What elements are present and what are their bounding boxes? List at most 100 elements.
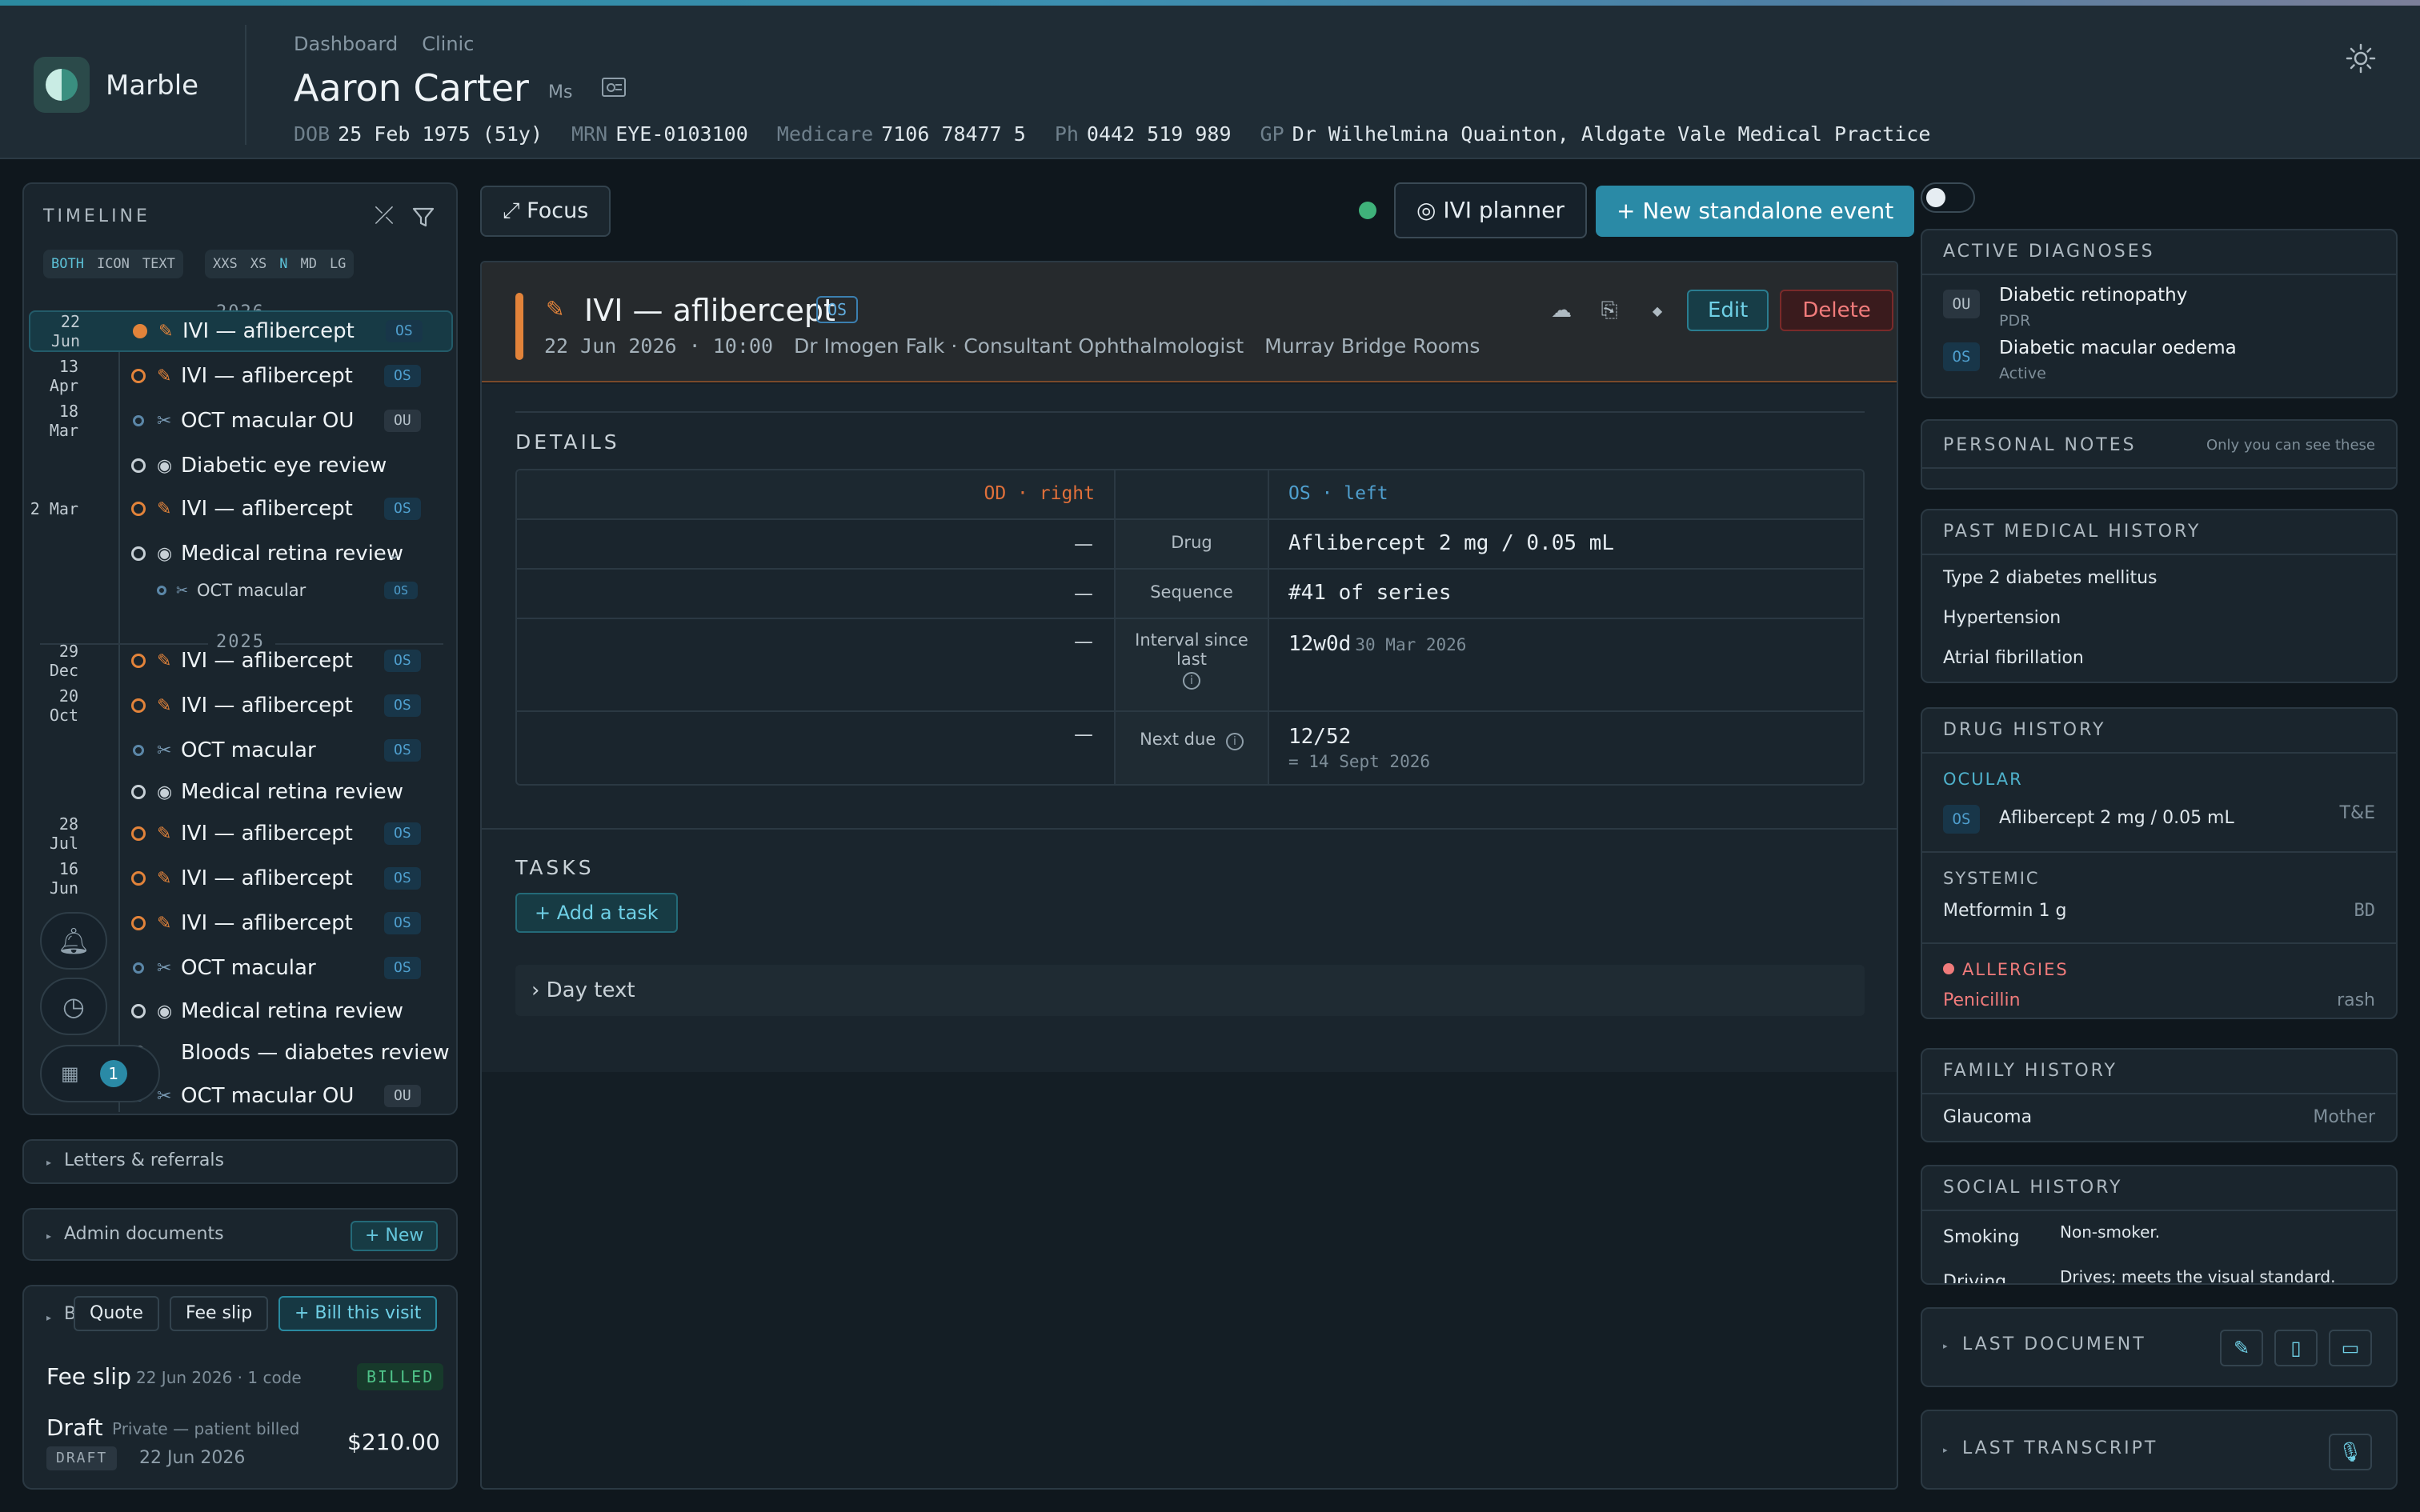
os-value: #41 of series — [1288, 581, 1452, 605]
draft-title[interactable]: Draft — [46, 1414, 103, 1441]
fee-slip-button[interactable]: Fee slip — [170, 1296, 269, 1331]
syringe-icon: ✎ — [157, 366, 172, 386]
timeline-item[interactable]: ✂ OCT macular OS — [29, 570, 453, 611]
details-header-row: OD · right OS · left — [517, 470, 1863, 520]
timeline-item-date: 28 Jul — [49, 814, 78, 853]
bill-visit-button[interactable]: + Bill this visit — [278, 1296, 438, 1331]
collapse-icon[interactable]: ⤫ — [375, 202, 394, 230]
mode-icon[interactable]: ICON — [97, 256, 130, 272]
new-standalone-event-button[interactable]: + New standalone event — [1596, 186, 1915, 237]
expand-chevron-icon: ▸ — [1943, 1341, 1948, 1351]
os-subvalue: = 14 Sept 2026 — [1288, 752, 1431, 771]
theme-sun-icon[interactable] — [2345, 42, 2377, 74]
past-medical-history-card: PAST MEDICAL HISTORY Type 2 diabetes mel… — [1921, 509, 2398, 683]
export-document-icon[interactable]: ⎘ — [1591, 292, 1628, 329]
day-text-expander[interactable]: › Day text — [515, 965, 1865, 1016]
breadcrumb: Dashboard Clinic — [294, 33, 474, 55]
clock-icon[interactable]: ◷ — [40, 978, 107, 1035]
dx-name[interactable]: Diabetic retinopathy — [1999, 285, 2187, 306]
timeline-item[interactable]: ◉ Diabetic eye review — [29, 445, 453, 486]
focus-button[interactable]: ⤢ Focus — [480, 186, 611, 237]
syringe-icon: ✎ — [157, 868, 172, 889]
eye-badge: OS — [384, 694, 421, 717]
timeline-node-dot — [131, 871, 146, 886]
draft-meta: Private — patient billed — [112, 1419, 300, 1438]
syringe-icon: ✎ — [157, 913, 172, 934]
driving-label: Driving — [1943, 1272, 2007, 1285]
timeline-item[interactable]: 28 Jul ✎ IVI — aflibercept OS — [29, 813, 453, 854]
timeline-item[interactable]: 22 Jun ✎ IVI — aflibercept OS — [29, 310, 453, 352]
pencil-icon[interactable]: ✎ — [2220, 1330, 2263, 1366]
chevron-down-icon[interactable]: ⌄ — [387, 544, 401, 563]
breadcrumb-clinic[interactable]: Clinic — [422, 33, 474, 55]
timeline-item-label: IVI — aflibercept — [181, 364, 353, 388]
patient-name: Aaron Carter — [294, 66, 529, 110]
fee-slip-title[interactable]: Fee slip — [46, 1363, 131, 1390]
size-lg[interactable]: LG — [330, 256, 346, 272]
event-clinician: Dr Imogen Falk · Consultant Ophthalmolog… — [794, 334, 1244, 358]
timeline-item[interactable]: ◉ Medical retina review ⌄ — [29, 533, 453, 574]
breadcrumb-dashboard[interactable]: Dashboard — [294, 33, 398, 55]
cloud-upload-icon[interactable]: ☁ — [1543, 292, 1580, 329]
dx-name[interactable]: Diabetic macular oedema — [1999, 338, 2237, 358]
panel-toggle-switch[interactable] — [1921, 182, 1975, 213]
info-icon[interactable]: i — [1183, 672, 1200, 690]
timeline-item[interactable]: 16 Jun ✎ IVI — aflibercept OS — [29, 858, 453, 899]
event-date: 22 Jun 2026 · 10:00 — [544, 334, 773, 358]
delete-button[interactable]: Delete — [1780, 290, 1893, 331]
device-upload-icon[interactable]: ▯ — [2274, 1330, 2318, 1366]
ocular-eye-badge: OS — [1943, 805, 1980, 834]
admin-new-button[interactable]: + New — [351, 1221, 439, 1251]
mode-both[interactable]: BOTH — [51, 256, 84, 272]
timeline-item[interactable]: ✂ OCT macular OS — [29, 730, 453, 771]
letters-referrals-section[interactable]: ▸ Letters & referrals — [22, 1139, 458, 1184]
timeline-item[interactable]: 13 Apr ✎ IVI — aflibercept OS — [29, 355, 453, 397]
eye-icon: ◉ — [157, 782, 173, 802]
patient-title: Ms — [548, 82, 573, 102]
timeline-item[interactable]: 29 Dec ✎ IVI — aflibercept OS — [29, 640, 453, 682]
admin-documents-section[interactable]: ▸ Admin documents + New — [22, 1208, 458, 1261]
family-relation: Mother — [2313, 1107, 2375, 1127]
size-n[interactable]: N — [279, 256, 287, 272]
od-header: OD · right — [984, 483, 1095, 504]
expand-chevron-icon[interactable]: ▸ — [46, 1312, 51, 1323]
microphone-icon[interactable]: 🎙︎ — [2329, 1434, 2372, 1470]
timeline-item[interactable]: 20 Oct ✎ IVI — aflibercept OS — [29, 685, 453, 726]
timeline-item-label: IVI — aflibercept — [181, 911, 353, 935]
eye-badge: OS — [384, 867, 421, 890]
drug-history-card: DRUG HISTORY OCULAR OS Aflibercept 2 mg … — [1921, 707, 2398, 1019]
diamond-icon[interactable]: ◆ — [1639, 292, 1676, 329]
filter-icon[interactable] — [411, 205, 435, 229]
notifications-bell-icon[interactable]: 🔔︎ — [40, 912, 107, 970]
size-md[interactable]: MD — [300, 256, 316, 272]
family-item: Glaucoma — [1943, 1107, 2033, 1127]
timeline-item[interactable]: 18 Mar ✂ OCT macular OU OU — [29, 400, 453, 442]
present-screen-icon[interactable]: ▭ — [2329, 1330, 2372, 1366]
event-color-bar — [515, 293, 523, 360]
last-document-card[interactable]: ▸ LAST DOCUMENT ✎ ▯ ▭ — [1921, 1307, 2398, 1387]
id-card-icon[interactable] — [602, 78, 626, 97]
letters-label: Letters & referrals — [64, 1150, 224, 1170]
size-xxs[interactable]: XXS — [213, 256, 238, 272]
ivi-planner-button[interactable]: ◎ IVI planner — [1394, 182, 1587, 238]
personal-notes-card[interactable]: PERSONAL NOTES Only you can see these — [1921, 419, 2398, 490]
app-logo-icon[interactable] — [34, 57, 90, 113]
last-transcript-card[interactable]: ▸ LAST TRANSCRIPT 🎙︎ — [1921, 1410, 2398, 1490]
timeline-panel: TIMELINE ⤫ BOTH ICON TEXT XXS XS N MD LG… — [22, 182, 458, 1115]
timeline-item[interactable]: ◉ Medical retina review — [29, 771, 453, 813]
quote-button[interactable]: Quote — [74, 1296, 159, 1331]
interval-label-cell: Interval since last i — [1114, 619, 1269, 710]
fee-slip-meta: 22 Jun 2026 · 1 code — [136, 1368, 302, 1387]
event-eye-badge: OS — [816, 296, 859, 323]
expand-chevron-icon: ▸ — [1943, 1445, 1948, 1455]
mode-text[interactable]: TEXT — [142, 256, 175, 272]
calendar-button[interactable]: ▦ 1 — [40, 1045, 160, 1102]
row-label: Sequence — [1114, 570, 1269, 618]
edit-button[interactable]: Edit — [1687, 290, 1769, 331]
timeline-item-date: 29 Dec — [49, 642, 78, 680]
add-task-button[interactable]: + Add a task — [515, 893, 678, 933]
size-xs[interactable]: XS — [250, 256, 266, 272]
info-icon[interactable]: i — [1225, 733, 1244, 750]
od-value: — — [1074, 582, 1093, 605]
timeline-item[interactable]: 2 Mar ✎ IVI — aflibercept OS — [29, 488, 453, 530]
